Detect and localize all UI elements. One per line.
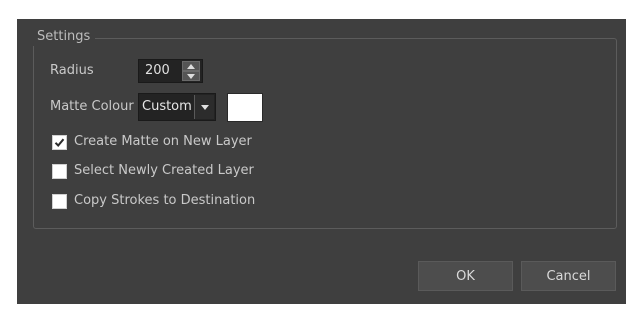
settings-dialog: Settings Radius 200 Matte Colour Custom … [17,19,626,304]
create-matte-on-new-layer-label: Create Matte on New Layer [74,134,252,149]
ok-button[interactable]: OK [418,261,513,291]
arrow-up-icon [187,63,195,69]
create-matte-on-new-layer-option[interactable]: Create Matte on New Layer [52,133,252,151]
checkmark-icon [54,138,65,147]
create-matte-on-new-layer-checkbox[interactable] [52,134,67,150]
settings-group-title: Settings [32,28,96,46]
copy-strokes-to-destination-checkbox[interactable] [52,193,67,209]
copy-strokes-to-destination-option[interactable]: Copy Strokes to Destination [52,192,255,210]
select-newly-created-layer-label: Select Newly Created Layer [74,163,254,178]
radius-increment-button[interactable] [182,61,200,71]
chevron-down-icon [200,104,209,110]
matte-colour-label: Matte Colour [50,99,134,114]
radius-label: Radius [50,63,94,78]
select-newly-created-layer-option[interactable]: Select Newly Created Layer [52,162,254,180]
radius-decrement-button[interactable] [182,71,200,81]
select-newly-created-layer-checkbox[interactable] [52,163,67,179]
cancel-button[interactable]: Cancel [521,261,616,291]
radius-value[interactable]: 200 [145,60,170,82]
matte-colour-swatch[interactable] [227,93,263,122]
arrow-down-icon [187,73,195,79]
matte-colour-dropdown-button[interactable] [194,95,214,119]
matte-colour-selected: Custom [142,99,192,114]
copy-strokes-to-destination-label: Copy Strokes to Destination [74,193,256,208]
matte-colour-dropdown[interactable]: Custom [138,93,216,121]
radius-spinbox[interactable]: 200 [138,59,203,83]
